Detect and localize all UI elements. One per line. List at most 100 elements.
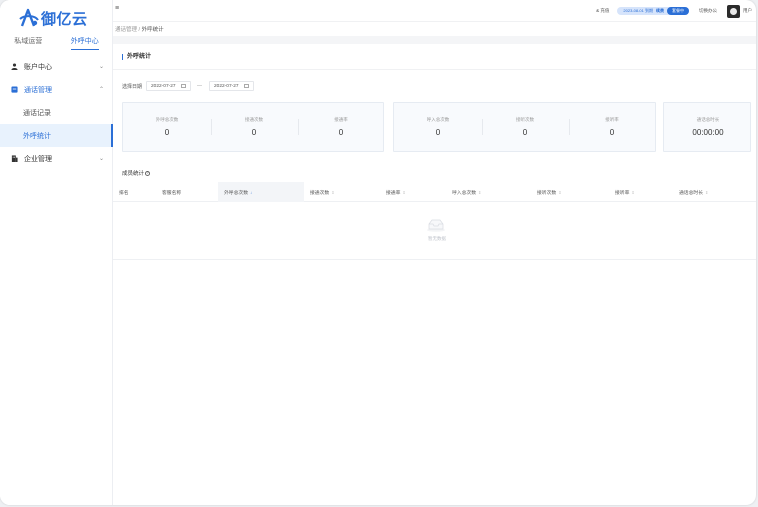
table-empty-state: 暂无数据 (113, 202, 756, 260)
sort-icon[interactable]: ⇕ (478, 190, 481, 195)
sidebar-item-label: 通话管理 (24, 86, 52, 94)
column-header-label: 接通次数 (310, 190, 330, 196)
column-header-label: 接通率 (386, 190, 401, 196)
sort-icon[interactable]: ⇕ (331, 190, 334, 195)
stat-label: 接听次数 (516, 117, 534, 122)
col-total-duration[interactable]: 通话总时长 ⇕ (673, 182, 753, 202)
sidebar-menu: 账户中心 ⌄ 通话管理 ⌃ 通话记录 外呼统计 企业管理 ⌄ (0, 55, 113, 170)
sidebar-item-call-management[interactable]: 通话管理 ⌃ (0, 78, 113, 101)
brand-logo-icon (19, 8, 39, 27)
stat-answer-rate: 接听率 0 (582, 117, 642, 137)
stat-label: 接通次数 (245, 117, 263, 122)
stat-inbound-total: 呼入总次数 0 (408, 117, 468, 137)
duration-stats-card: 通话总时长 00:00:00 (663, 102, 751, 152)
member-stats-table: 排名 客服名称 外呼总次数 ↓ 接通次数 ⇕ 接通率 ⇕ 呼入总次数 ⇕ 接听次… (113, 182, 756, 260)
stat-label: 呼入总次数 (426, 117, 450, 122)
stat-label: 外呼总次数 (155, 117, 179, 122)
stat-value: 0 (251, 128, 257, 137)
outbound-stats-card: 外呼总次数 0 接通次数 0 接通率 0 (122, 102, 384, 152)
date-range-separator: — (197, 83, 203, 89)
start-date-picker[interactable]: 2022-07-27 (146, 81, 192, 91)
stat-divider (298, 119, 299, 135)
stat-divider (569, 119, 570, 135)
column-header-label: 客服名称 (162, 190, 182, 196)
sort-icon[interactable]: ⇕ (402, 190, 405, 195)
call-manage-icon (11, 86, 18, 93)
switch-workbench-link[interactable]: 切换办公 (699, 8, 717, 14)
tab-outbound-center[interactable]: 外呼中心 (70, 36, 99, 50)
stat-value: 0 (435, 128, 441, 137)
avatar[interactable] (727, 4, 740, 18)
stat-label: 通话总时长 (696, 117, 720, 122)
inbound-stats-card: 呼入总次数 0 接听次数 0 接听率 0 (393, 102, 656, 152)
page-title: 外呼统计 (122, 54, 151, 60)
column-header-label: 通话总时长 (679, 190, 703, 196)
col-inbound-total[interactable]: 呼入总次数 ⇕ (446, 182, 531, 202)
sidebar-tabs: 私域运营 外呼中心 (0, 36, 113, 50)
col-answer-rate[interactable]: 接听率 ⇕ (609, 182, 673, 202)
end-date-picker[interactable]: 2022-07-27 (209, 81, 255, 91)
column-header-label: 排名 (119, 190, 129, 196)
stat-answered: 接听次数 0 (495, 117, 555, 137)
menu-toggle-icon[interactable]: ≡ (115, 5, 119, 12)
col-answered[interactable]: 接听次数 ⇕ (531, 182, 609, 202)
chevron-down-icon: ⌄ (98, 64, 104, 70)
brand-logo[interactable]: 御亿云 (18, 6, 88, 30)
renew-link[interactable]: 续费 (656, 8, 664, 14)
chevron-up-icon: ⌃ (98, 87, 104, 93)
top-header: ≡ & 充值 2023-08-01 到期 续费 套餐中 切换办公 用户 (113, 0, 756, 22)
member-stats-title: 成员统计 ? (122, 169, 151, 177)
breadcrumb-parent[interactable]: 通话管理 (115, 27, 137, 33)
sort-icon[interactable]: ⇕ (705, 190, 708, 195)
user-icon (11, 63, 18, 70)
recharge-link[interactable]: & 充值 (596, 8, 609, 14)
sidebar-item-enterprise-management[interactable]: 企业管理 ⌄ (0, 147, 113, 170)
sidebar-item-label: 企业管理 (24, 155, 52, 163)
column-header-label: 外呼总次数 (224, 190, 248, 196)
sidebar-item-account-center[interactable]: 账户中心 ⌄ (0, 55, 113, 78)
stat-value: 00:00:00 (692, 128, 724, 137)
stat-outbound-total: 外呼总次数 0 (137, 117, 197, 137)
col-rank: 排名 (113, 182, 153, 202)
tab-private-operations[interactable]: 私域运营 (14, 36, 42, 50)
stat-value: 0 (522, 128, 528, 137)
empty-text: 暂无数据 (428, 236, 446, 241)
column-header-label: 接听次数 (537, 190, 557, 196)
sort-icon[interactable]: ⇕ (558, 190, 561, 195)
chevron-down-icon: ⌄ (98, 156, 104, 162)
calendar-icon (181, 84, 187, 88)
end-date-value: 2022-07-27 (214, 83, 239, 89)
column-header-label: 接听率 (615, 190, 630, 196)
table-header: 排名 客服名称 外呼总次数 ↓ 接通次数 ⇕ 接通率 ⇕ 呼入总次数 ⇕ 接听次… (113, 182, 756, 202)
sidebar-item-label: 账户中心 (24, 63, 52, 71)
stat-label: 接通率 (334, 117, 348, 122)
section-divider (113, 69, 756, 70)
header-actions: & 充值 2023-08-01 到期 续费 套餐中 切换办公 用户 (596, 4, 752, 18)
stat-connect-rate: 接通率 0 (311, 117, 371, 137)
sort-icon[interactable]: ⇕ (631, 190, 634, 195)
col-agent-name: 客服名称 (156, 182, 218, 202)
col-outbound-total[interactable]: 外呼总次数 ↓ (218, 182, 304, 202)
info-icon[interactable]: ? (145, 170, 151, 176)
breadcrumb-current: 外呼统计 (141, 27, 164, 33)
date-label: 选择日期 (122, 83, 143, 90)
col-connected[interactable]: 接通次数 ⇕ (304, 182, 380, 202)
user-name[interactable]: 用户 (743, 8, 752, 14)
package-status: 2023-08-01 到期 续费 套餐中 (617, 7, 689, 15)
header-divider (113, 36, 756, 44)
sidebar: 御亿云 私域运营 外呼中心 账户中心 ⌄ 通话管理 ⌃ 通话记录 外呼统计 企业… (0, 0, 113, 505)
brand-name: 御亿云 (41, 9, 88, 28)
stat-value: 0 (609, 128, 615, 137)
sidebar-item-outbound-stats[interactable]: 外呼统计 (0, 124, 113, 147)
sort-desc-icon[interactable]: ↓ (250, 190, 252, 195)
main-content: 外呼统计 选择日期 2022-07-27 — 2022-07-27 外呼总次数 … (113, 44, 756, 505)
sidebar-item-call-records[interactable]: 通话记录 (0, 101, 113, 124)
column-header-label: 呼入总次数 (452, 190, 476, 196)
stat-divider (211, 119, 212, 135)
calendar-icon (244, 84, 250, 88)
package-button[interactable]: 套餐中 (667, 7, 689, 15)
col-connect-rate[interactable]: 接通率 ⇕ (380, 182, 446, 202)
stat-value: 0 (164, 128, 170, 137)
stat-divider (482, 119, 483, 135)
stat-label: 接听率 (605, 117, 619, 122)
